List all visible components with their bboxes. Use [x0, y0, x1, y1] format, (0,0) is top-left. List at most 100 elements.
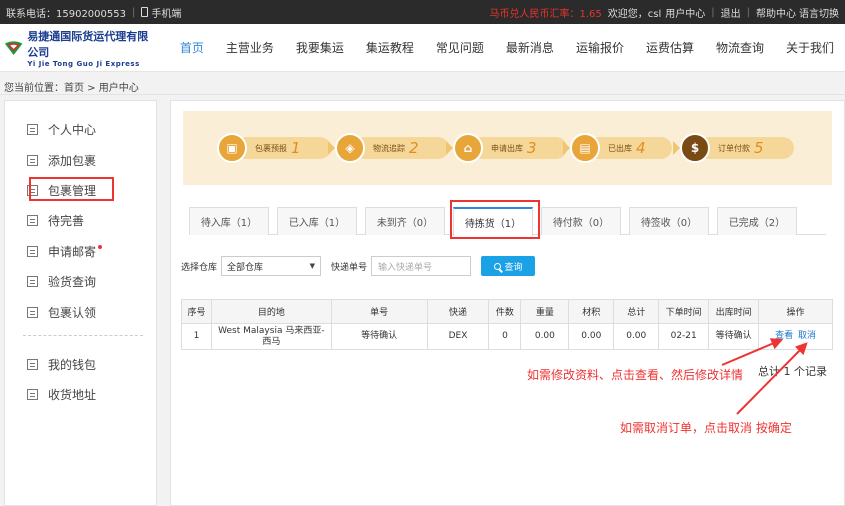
filter-bar: 选择仓库 全部仓库 ▼ 快递单号 输入快递单号 查询 [181, 256, 536, 276]
cell-index: 1 [181, 323, 212, 350]
column-header: 件数 [488, 299, 522, 324]
list-icon [27, 154, 38, 166]
logo-english-name: Yi Jie Tong Guo Ji Express [27, 59, 140, 68]
column-header: 材积 [568, 299, 615, 324]
column-header: 出库时间 [708, 299, 760, 324]
mobile-phone-icon [141, 7, 149, 17]
step-number: 4 [636, 139, 646, 157]
sidebar-item-request-mailing[interactable]: 申请邮寄 [27, 239, 103, 263]
highlight-box [29, 177, 114, 201]
logo[interactable]: 易捷通国际货运代理有限公司 Yi Jie Tong Guo Ji Express [4, 28, 153, 68]
logo-text: 易捷通国际货运代理有限公司 Yi Jie Tong Guo Ji Express [27, 28, 153, 68]
help-center-link[interactable]: 帮助中心 [756, 5, 796, 20]
warehouse-select-value: 全部仓库 [227, 262, 264, 273]
notification-dot [98, 245, 103, 249]
nav-freight-estimate[interactable]: 运费估算 [635, 24, 705, 72]
list-icon [27, 123, 38, 135]
nav-tracking[interactable]: 物流查询 [705, 24, 775, 72]
table-row: 1 West Malaysia 马来西亚-西马 等待确认 DEX 0 0.00 … [181, 323, 833, 350]
column-header: 下单时间 [658, 299, 710, 324]
arrow-icon [563, 141, 570, 155]
cell-total: 0.00 [613, 323, 660, 350]
step-request-outbound: ⌂ 申请出库 3 [453, 133, 567, 163]
step-label: 申请出库 [491, 143, 523, 153]
list-icon [27, 214, 38, 226]
main-nav: 首页 主营业务 我要集运 集运教程 常见问题 最新消息 运输报价 运费估算 物流… [169, 24, 845, 72]
tab-pending-inbound[interactable]: 待入库（1） [189, 207, 269, 235]
step-shipped: ▤ 已出库 4 [570, 133, 672, 163]
column-header: 操作 [758, 299, 833, 324]
warehouse-icon: ⌂ [453, 133, 483, 163]
sidebar-item-label: 添加包裹 [48, 153, 97, 168]
cell-volume: 0.00 [568, 323, 615, 350]
tracking-input[interactable]: 输入快递单号 [371, 256, 472, 276]
tab-pending-receipt[interactable]: 待签收（0） [629, 207, 709, 235]
step-label: 已出库 [608, 143, 632, 153]
step-order-payment: $ 订单付款 5 [680, 133, 794, 163]
sidebar-item-add-package[interactable]: 添加包裹 [27, 148, 96, 172]
step-number: 1 [291, 139, 301, 157]
nav-shipping-quote[interactable]: 运输报价 [565, 24, 635, 72]
step-label: 物流追踪 [373, 143, 405, 153]
cell-actions: 查看 取消 [758, 323, 833, 350]
orders-table: 序号 目的地 单号 快递 件数 重量 材积 总计 下单时间 出库时间 操作 1 … [181, 299, 833, 350]
query-button[interactable]: 查询 [481, 256, 536, 276]
cancel-link[interactable]: 取消 [798, 331, 816, 341]
view-link[interactable]: 查看 [775, 331, 793, 341]
column-header: 重量 [520, 299, 570, 324]
mobile-link[interactable]: 手机端 [151, 5, 181, 20]
sidebar: 个人中心 添加包裹 包裹管理 待完善 申请邮寄 验货查询 包裹认领 我的钱包 收… [4, 100, 157, 506]
breadcrumb: 您当前位置：首页 > 用户中心 [4, 83, 139, 94]
cell-pieces: 0 [488, 323, 522, 350]
user-center-link[interactable]: 用户中心 [665, 5, 705, 20]
step-logistics-tracking: ◈ 物流追踪 2 [335, 133, 449, 163]
sidebar-item-claim-package[interactable]: 包裹认领 [27, 300, 96, 324]
step-package-forecast: ▣ 包裹预报 1 [217, 133, 331, 163]
logout-link[interactable]: 退出 [721, 5, 741, 20]
table-header-row: 序号 目的地 单号 快递 件数 重量 材积 总计 下单时间 出库时间 操作 [181, 299, 833, 324]
nav-news[interactable]: 最新消息 [495, 24, 565, 72]
sidebar-item-profile[interactable]: 个人中心 [27, 117, 96, 141]
step-number: 5 [754, 139, 764, 157]
sidebar-item-inspection[interactable]: 验货查询 [27, 269, 96, 293]
nav-home[interactable]: 首页 [169, 24, 215, 72]
nav-main-business[interactable]: 主营业务 [215, 24, 285, 72]
sidebar-item-label: 包裹认领 [48, 305, 97, 320]
tab-completed[interactable]: 已完成（2） [717, 207, 797, 235]
column-header: 快递 [426, 299, 490, 324]
sidebar-item-address[interactable]: 收货地址 [27, 382, 96, 406]
sidebar-item-label: 验货查询 [48, 274, 97, 289]
money-bag-icon: $ [680, 133, 710, 163]
warehouse-label: 选择仓库 [181, 262, 218, 273]
tab-pending-payment[interactable]: 待付款（0） [541, 207, 621, 235]
logo-company-name: 易捷通国际货运代理有限公司 [27, 29, 149, 59]
nav-faq[interactable]: 常见问题 [425, 24, 495, 72]
list-icon [27, 388, 38, 400]
arrow-icon [446, 141, 453, 155]
column-header: 总计 [613, 299, 660, 324]
arrow-icon [328, 141, 335, 155]
divider [23, 335, 143, 336]
query-button-label: 查询 [504, 262, 523, 273]
tab-inbound[interactable]: 已入库（1） [277, 207, 357, 235]
total-records: 总计 1 个记录 [758, 365, 827, 378]
delivery-icon: ▤ [570, 133, 600, 163]
box-icon: ▣ [217, 133, 247, 163]
warehouse-select[interactable]: 全部仓库 ▼ [221, 256, 322, 276]
nav-consolidate[interactable]: 我要集运 [285, 24, 355, 72]
page: 联系电话：15902000553 | 手机端 马币兑人民币汇率：1.65 欢迎您… [0, 0, 845, 506]
nav-about[interactable]: 关于我们 [775, 24, 845, 72]
step-label: 订单付款 [718, 143, 750, 153]
sidebar-item-incomplete[interactable]: 待完善 [27, 208, 84, 232]
sidebar-item-label: 申请邮寄 [48, 244, 97, 259]
divider: | [746, 6, 750, 18]
language-switch[interactable]: 语言切换 [799, 5, 839, 20]
sidebar-item-label: 收货地址 [48, 387, 97, 402]
sidebar-item-wallet[interactable]: 我的钱包 [27, 352, 96, 376]
step-number: 3 [527, 139, 537, 157]
list-icon [27, 245, 38, 257]
list-icon [27, 306, 38, 318]
tab-incomplete[interactable]: 未到齐（0） [365, 207, 445, 235]
cell-weight: 0.00 [520, 323, 570, 350]
nav-tutorial[interactable]: 集运教程 [355, 24, 425, 72]
